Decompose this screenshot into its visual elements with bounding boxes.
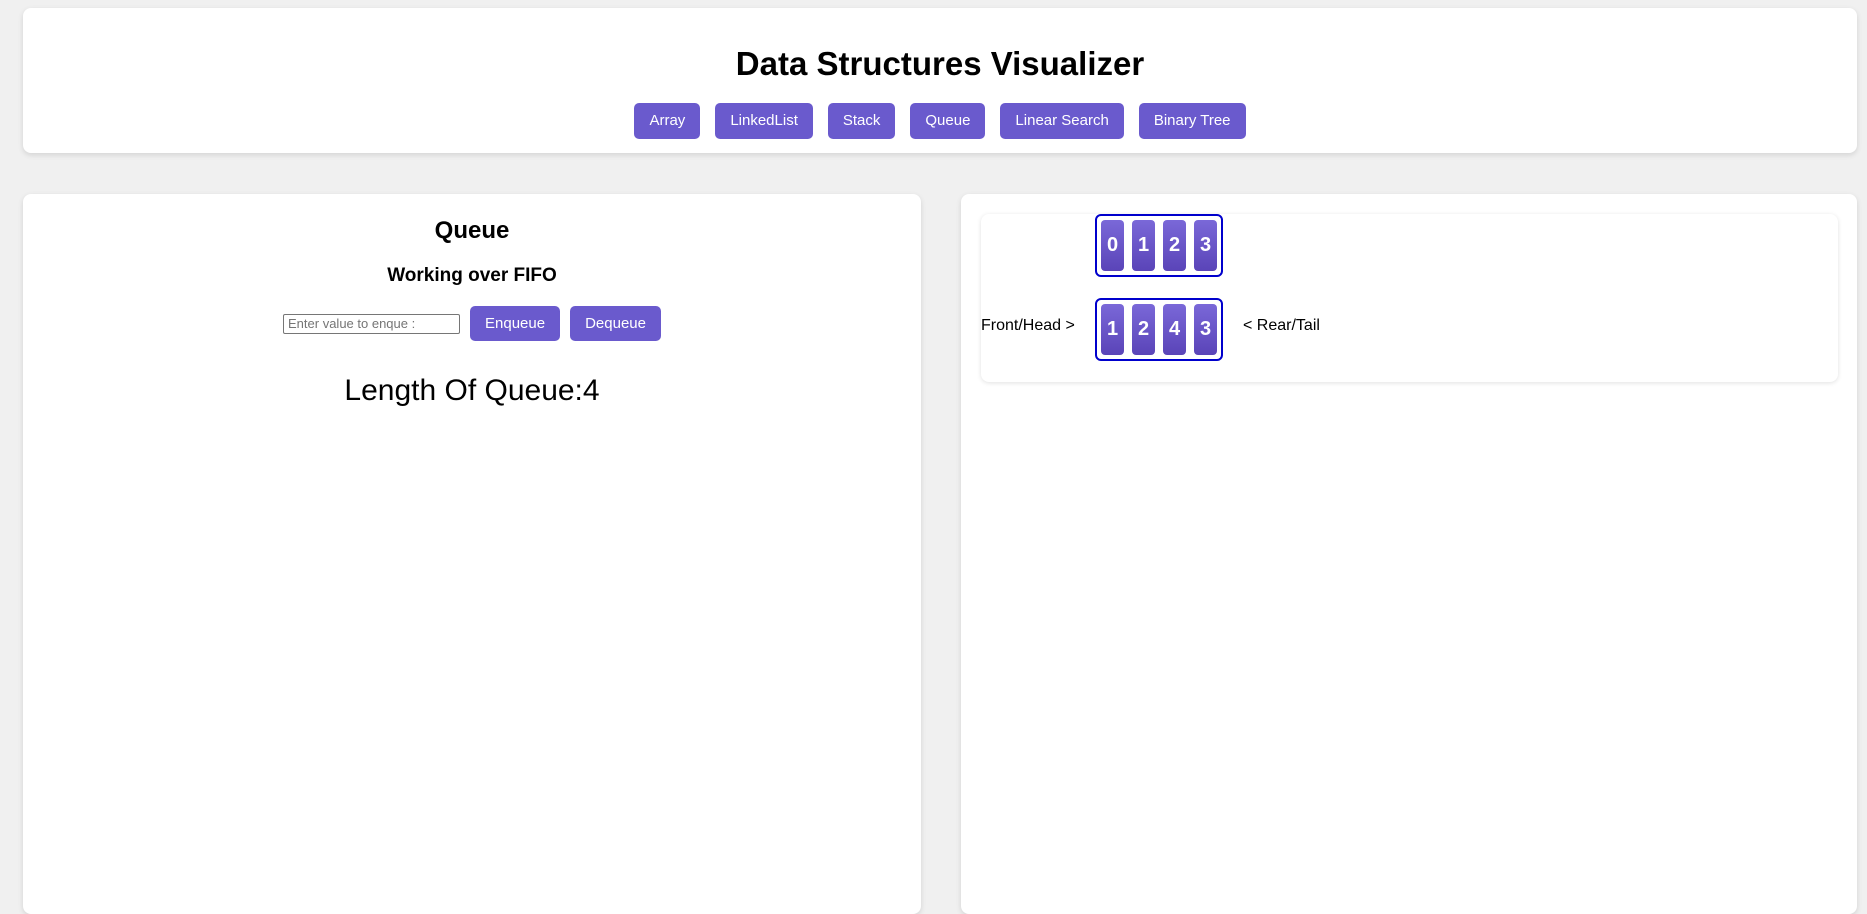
panel-subtitle: Working over FIFO	[387, 265, 557, 286]
index-row: 0 1 2 3	[1095, 214, 1223, 277]
app-title: Data Structures Visualizer	[735, 45, 1145, 82]
front-head-label: Front/Head >	[981, 317, 1075, 334]
queue-visualization-card: 0 1 2 3 Front/Head > 1 2 4 3 < Rear/Tail	[981, 214, 1838, 382]
nav-binary-tree-button[interactable]: Binary Tree	[1138, 103, 1246, 139]
queue-controls: Enqueue Dequeue	[23, 306, 921, 341]
nav-array-button[interactable]: Array	[634, 103, 701, 139]
nav-queue-button[interactable]: Queue	[910, 103, 986, 139]
index-cell: 0	[1101, 220, 1124, 271]
queue-control-panel: Queue Working over FIFO Enqueue Dequeue …	[23, 194, 921, 914]
visualization-panel: 0 1 2 3 Front/Head > 1 2 4 3 < Rear/Tail	[961, 194, 1857, 914]
queue-row: 1 2 4 3	[1095, 298, 1223, 361]
index-cell: 2	[1163, 220, 1186, 271]
rear-tail-label: < Rear/Tail	[1243, 317, 1320, 334]
index-cell: 3	[1194, 220, 1217, 271]
nav-linkedlist-button[interactable]: LinkedList	[715, 103, 813, 139]
index-cell: 1	[1132, 220, 1155, 271]
app-header: Data Structures Visualizer Array LinkedL…	[23, 8, 1857, 153]
queue-cell: 2	[1132, 304, 1155, 355]
panel-title: Queue	[434, 217, 510, 244]
enqueue-button[interactable]: Enqueue	[470, 306, 561, 341]
enqueue-value-input[interactable]	[283, 313, 461, 334]
nav-stack-button[interactable]: Stack	[827, 103, 896, 139]
queue-cell: 1	[1101, 304, 1124, 355]
queue-length-text: Length Of Queue:4	[344, 374, 600, 407]
nav-linear-search-button[interactable]: Linear Search	[1000, 103, 1124, 139]
queue-cell: 4	[1163, 304, 1186, 355]
queue-cell: 3	[1194, 304, 1217, 355]
dequeue-button[interactable]: Dequeue	[570, 306, 661, 341]
nav-bar: Array LinkedList Stack Queue Linear Sear…	[23, 103, 1857, 139]
